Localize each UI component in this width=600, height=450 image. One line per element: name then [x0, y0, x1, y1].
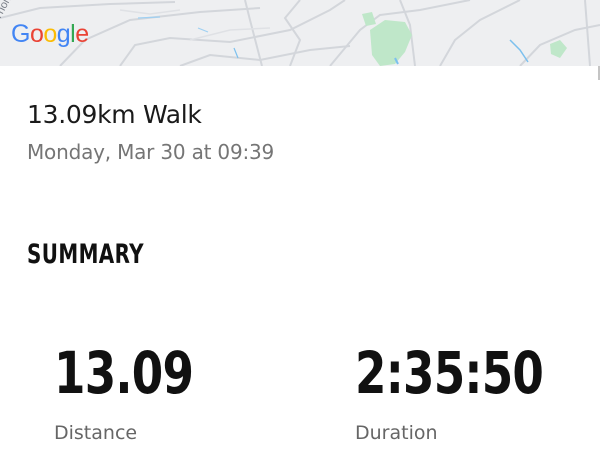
google-logo-letter: o — [29, 20, 44, 48]
activity-datetime: Monday, Mar 30 at 09:39 — [27, 140, 275, 164]
activity-title: 13.09km Walk — [27, 100, 202, 129]
map-tiles — [0, 0, 600, 66]
map-road — [179, 45, 351, 66]
duration-stat: 2:35:50 Duration — [355, 344, 596, 444]
map-road — [283, 0, 302, 66]
map-water — [509, 39, 529, 63]
map-road — [0, 1, 176, 19]
duration-label: Duration — [355, 422, 438, 444]
map-road — [244, 0, 263, 66]
map-park — [550, 40, 567, 58]
google-logo-letter: G — [11, 20, 30, 48]
google-logo: Google — [11, 22, 89, 47]
summary-heading: SUMMARY — [27, 239, 145, 270]
google-logo-letter: o — [43, 20, 57, 48]
distance-stat: 13.09 Distance — [54, 344, 232, 444]
map-road — [584, 0, 591, 66]
google-logo-letter: e — [75, 20, 89, 48]
map-park — [370, 20, 412, 66]
distance-value: 13.09 — [54, 339, 194, 407]
activity-detail-screen: Thoms Google 13.09km Walk Monday, Mar 30… — [0, 0, 600, 450]
route-map[interactable]: Thoms Google — [0, 0, 600, 66]
duration-value: 2:35:50 — [355, 339, 544, 407]
google-logo-letter: g — [56, 20, 71, 48]
map-road — [119, 9, 181, 15]
distance-label: Distance — [54, 422, 138, 444]
map-water — [197, 27, 209, 33]
map-road — [439, 0, 521, 66]
map-park — [362, 12, 376, 26]
